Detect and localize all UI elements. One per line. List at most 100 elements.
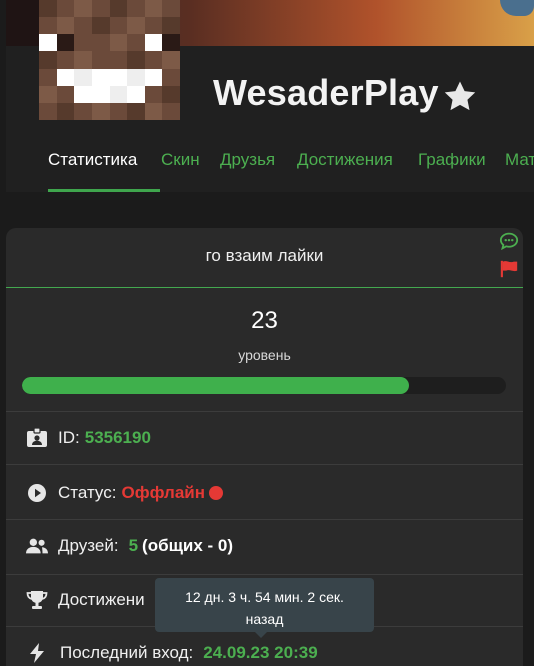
tooltip-line: назад [245, 611, 284, 627]
avatar-pixel [109, 17, 128, 35]
tooltip-line: 12 дн. 3 ч. 54 мин. 2 сек. [185, 589, 344, 605]
achievements-label: Достижени [58, 590, 145, 609]
friends-count: 5 [128, 536, 139, 555]
last-login-label: Последний вход: [60, 643, 194, 662]
tab-achievements[interactable]: Достижения [297, 146, 393, 192]
avatar-pixel [109, 68, 128, 86]
avatar-pixel [56, 68, 75, 86]
avatar-pixel [91, 17, 110, 35]
avatar-pixel [162, 102, 180, 120]
mutual-friends: (общих - 0) [142, 536, 234, 555]
id-label: ID: [58, 428, 80, 447]
avatar-pixel [127, 51, 145, 69]
level-progress-fill [22, 377, 410, 394]
avatar-pixel [56, 85, 75, 103]
avatar-pixel [144, 85, 163, 103]
avatar-pixel [127, 17, 145, 35]
avatar-pixel [91, 68, 110, 86]
level-value: 23 [251, 307, 278, 334]
avatar-pixel [56, 34, 75, 52]
avatar-pixel [56, 51, 75, 69]
avatar-pixel [109, 0, 128, 18]
avatar-pixel [144, 68, 163, 86]
tab-label: Мат [505, 150, 534, 169]
tab-label: Достижения [297, 150, 393, 169]
tab-friends[interactable]: Друзья [220, 146, 275, 192]
users-icon [26, 535, 48, 557]
avatar-pixel [91, 34, 110, 52]
username: WesaderPlay [213, 72, 439, 113]
avatar-pixel [74, 68, 92, 86]
tab-skin[interactable]: Скин [161, 146, 200, 192]
avatar-pixel [39, 0, 57, 18]
divider [6, 411, 523, 412]
avatar-pixel [74, 85, 92, 103]
avatar-pixel [56, 17, 75, 35]
level-label: уровень [238, 347, 291, 363]
play-circle-icon [26, 482, 48, 504]
row-status: Статус: Оффлайн [26, 480, 223, 506]
avatar-pixel [144, 102, 163, 120]
avatar-pixel [91, 85, 110, 103]
avatar-pixel [162, 85, 180, 103]
tab-label: Скин [161, 150, 200, 169]
banner-shade [6, 0, 40, 46]
avatar-pixel [144, 17, 163, 35]
avatar-pixel [109, 34, 128, 52]
avatar-pixel [162, 68, 180, 86]
avatar-pixel [109, 102, 128, 120]
id-badge-icon [26, 427, 48, 449]
avatar-pixel [127, 34, 145, 52]
tooltip-arrow [254, 631, 268, 638]
avatar-pixel [109, 51, 128, 69]
tab-statistics[interactable]: Статистика [48, 146, 160, 192]
level-progress-bar [22, 377, 506, 394]
avatar-pixel [144, 34, 163, 52]
avatar[interactable] [39, 0, 180, 120]
avatar-pixel [144, 51, 163, 69]
avatar-pixel [162, 51, 180, 69]
offline-dot-icon [209, 486, 223, 500]
divider [6, 574, 523, 575]
avatar-pixel [162, 0, 180, 18]
status-value: Оффлайн [121, 483, 205, 502]
status-label: Статус: [58, 483, 117, 502]
last-login-tooltip: 12 дн. 3 ч. 54 мин. 2 сек. назад [155, 578, 374, 632]
divider [6, 287, 523, 288]
id-value: 5356190 [84, 428, 151, 447]
avatar-pixel [91, 51, 110, 69]
last-login-value[interactable]: 24.09.23 20:39 [203, 643, 317, 663]
avatar-pixel [127, 0, 145, 18]
avatar-pixel [39, 34, 57, 52]
divider [6, 464, 523, 465]
avatar-pixel [74, 51, 92, 69]
tab-label: Графики [418, 150, 486, 169]
profile-motto: го взаим лайки [205, 246, 324, 265]
avatar-pixel [91, 0, 110, 18]
avatar-pixel [39, 68, 57, 86]
tab-matches[interactable]: Мат [505, 146, 534, 192]
avatar-pixel [127, 102, 145, 120]
avatar-pixel [127, 85, 145, 103]
avatar-pixel [144, 0, 163, 18]
avatar-pixel [162, 34, 180, 52]
avatar-pixel [39, 51, 57, 69]
avatar-pixel [74, 17, 92, 35]
avatar-pixel [91, 102, 110, 120]
row-last-login: Последний вход: 24.09.23 20:39 [26, 640, 318, 666]
avatar-pixel [162, 17, 180, 35]
tab-label: Друзья [220, 150, 276, 169]
avatar-pixel [109, 85, 128, 103]
trophy-icon [26, 589, 48, 611]
row-id: ID: 5356190 [26, 425, 151, 451]
friends-label: Друзей: [58, 536, 119, 555]
avatar-pixel [56, 0, 75, 18]
row-friends: Друзей: 5 (общих - 0) [26, 533, 233, 559]
avatar-pixel [127, 68, 145, 86]
star-icon [444, 81, 476, 111]
divider [6, 519, 523, 520]
tab-graphs[interactable]: Графики [418, 146, 486, 192]
avatar-pixel [74, 0, 92, 18]
avatar-pixel [39, 102, 57, 120]
row-achievements: Достижени [26, 587, 145, 613]
